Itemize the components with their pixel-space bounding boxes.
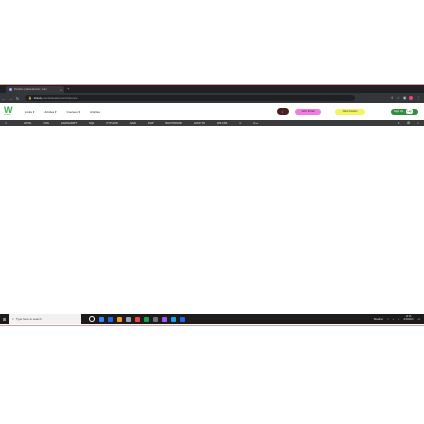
notification-icon[interactable]: ▭ — [418, 318, 420, 321]
taskbar-pinned-apps — [89, 316, 185, 322]
url-path: .com/dastudentrec/reference — [41, 96, 78, 100]
category-nav: ⌂ HTML CSS JAVASCRIPT SQL PYTHON JAVA PH… — [0, 120, 424, 126]
menu-item-4[interactable]: Articles — [90, 110, 100, 114]
close-tab-icon[interactable]: × — [60, 88, 62, 92]
search-icon: ⌕ — [12, 317, 14, 321]
browser-tab[interactable]: Pinclaro | dastudentrec .com × — [6, 86, 64, 93]
signup-label: Sign Up — [394, 110, 404, 113]
category-bootstrap[interactable]: BOOTSTRAP — [166, 122, 183, 125]
lock-icon: 🔒 — [28, 96, 32, 100]
extensions-icon[interactable]: ▣ — [403, 96, 406, 100]
system-tray: Weather ˄ ⌁ ♪ 10:45 3/10/2021 ▭ — [374, 316, 424, 322]
menu-item-2[interactable]: Articles ▾ — [44, 110, 56, 114]
taskbar-app-icon[interactable] — [99, 316, 104, 322]
forward-icon[interactable]: → — [7, 96, 14, 101]
taskbar-app-icon[interactable] — [108, 316, 113, 322]
taskbar-app-icon[interactable] — [180, 316, 185, 322]
reload-icon[interactable]: ↻ — [14, 96, 21, 101]
taskbar-app-icon[interactable] — [126, 316, 131, 322]
menu-item-1[interactable]: Links ▾ — [25, 110, 34, 114]
login-toggle[interactable]: Log — [406, 109, 413, 114]
category-java[interactable]: JAVA — [130, 122, 136, 125]
screenshot-frame: Pinclaro | dastudentrec .com × + ← → ↻ 🔒… — [0, 84, 424, 326]
category-c[interactable]: C — [239, 122, 241, 125]
category-cpp[interactable]: C++ — [253, 122, 258, 125]
volume-icon[interactable]: ♪ — [398, 318, 399, 321]
category-howto[interactable]: HOW TO — [194, 122, 205, 125]
menu-item-3[interactable]: Courses ▾ — [67, 110, 81, 114]
taskbar-app-icon[interactable] — [117, 316, 122, 322]
url-input[interactable]: 🔒 dstudy.com/dastudentrec/reference — [25, 95, 355, 101]
category-php[interactable]: PHP — [148, 122, 154, 125]
taskbar-app-icon[interactable] — [162, 316, 167, 322]
dark-mode-button[interactable]: ☾ — [277, 108, 289, 115]
favicon-icon — [9, 88, 12, 91]
url-text: dstudy.com/dastudentrec/reference — [34, 96, 78, 100]
site-logo[interactable]: W wisdom — [4, 106, 15, 117]
home-icon[interactable]: ⌂ — [0, 121, 12, 125]
site-header: W wisdom Links ▾ Articles ▾ Courses ▾ Ar… — [0, 103, 424, 120]
browser-tab-strip: Pinclaro | dastudentrec .com × + — [0, 85, 424, 93]
taskbar-search-input[interactable]: ⌕ Type here to search — [9, 314, 81, 324]
weather-text[interactable]: Weather — [374, 318, 383, 321]
header-actions: ☾ Jobs Portal Jobs Fresher Sign Up Log — [277, 108, 424, 115]
category-html[interactable]: HTML — [24, 122, 31, 125]
tab-title: Pinclaro | dastudentrec .com — [14, 88, 47, 91]
gear-icon[interactable]: ⚙ — [407, 121, 410, 125]
star-icon[interactable]: ☆ — [397, 96, 400, 100]
os-taskbar: ⊞ ⌕ Type here to search Weather ˄ ⌁ ♪ 10… — [0, 314, 424, 324]
category-javascript[interactable]: JAVASCRIPT — [61, 122, 77, 125]
tray-arrow-icon[interactable]: ˄ — [387, 318, 388, 321]
taskbar-app-icon[interactable] — [153, 316, 158, 322]
category-python[interactable]: PYTHON — [106, 122, 117, 125]
profile-avatar[interactable] — [409, 96, 414, 100]
url-domain: dstudy — [33, 96, 42, 100]
clock-date: 3/10/2021 — [403, 319, 414, 321]
category-css[interactable]: CSS — [43, 122, 49, 125]
category-w3css[interactable]: W3.CSS — [217, 122, 227, 125]
network-icon[interactable]: ⌁ — [393, 318, 395, 321]
taskbar-search-placeholder: Type here to search — [15, 317, 42, 321]
jobs-fresher-button[interactable]: Jobs Fresher — [335, 108, 365, 115]
search-icon[interactable]: ⌕ — [417, 121, 419, 125]
taskbar-app-icon[interactable] — [89, 316, 95, 322]
main-menu: Links ▾ Articles ▾ Courses ▾ Articles — [25, 110, 100, 114]
taskbar-app-icon[interactable] — [144, 316, 149, 322]
browser-toolbar: ⇪ ☆ ▣ ⋮ — [391, 96, 424, 100]
signup-button[interactable]: Sign Up Log — [391, 108, 418, 115]
address-bar-row: ← → ↻ 🔒 dstudy.com/dastudentrec/referenc… — [0, 93, 424, 103]
category-sql[interactable]: SQL — [89, 122, 94, 125]
menu-kebab-icon[interactable]: ⋮ — [416, 96, 420, 100]
taskbar-app-icon[interactable] — [171, 316, 176, 322]
category-nav-tools: ◐ ⚙ ⌕ — [398, 121, 424, 125]
back-icon[interactable]: ← — [0, 96, 7, 101]
start-icon[interactable]: ⊞ — [0, 317, 9, 322]
clock[interactable]: 10:45 3/10/2021 — [403, 316, 413, 322]
logo-subtext: wisdom — [4, 114, 11, 116]
share-icon[interactable]: ⇪ — [391, 96, 394, 100]
new-tab-button[interactable]: + — [67, 86, 69, 91]
taskbar-app-icon[interactable] — [135, 316, 140, 322]
jobs-portal-button[interactable]: Jobs Portal — [295, 108, 321, 115]
theme-toggle-icon[interactable]: ◐ — [398, 121, 400, 125]
